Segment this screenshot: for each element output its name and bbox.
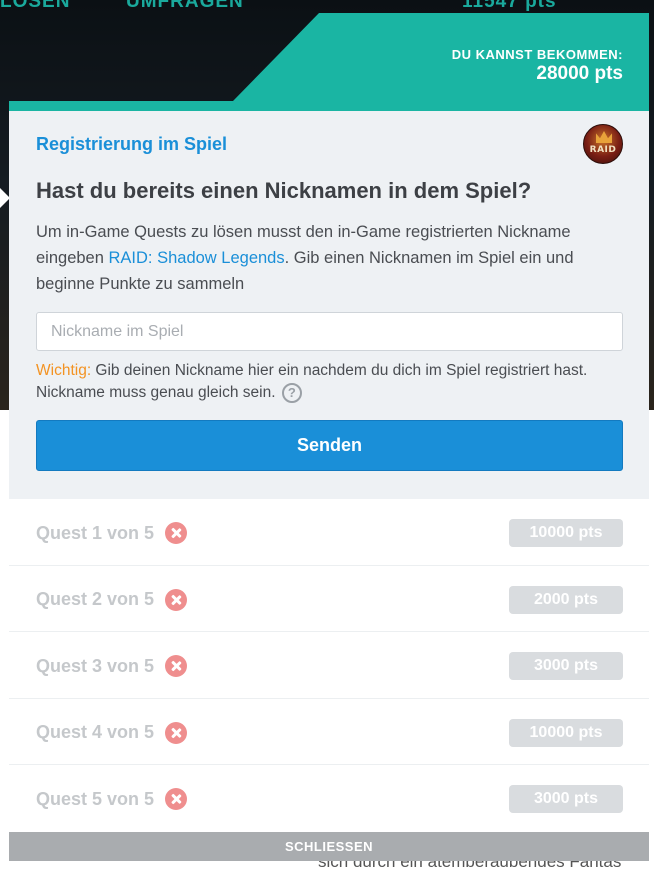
quest-row: Quest 4 von 5 10000 pts [9,699,649,766]
notice-label: Wichtig: [36,362,92,379]
quest-row: Quest 3 von 5 3000 pts [9,632,649,699]
quest-row: Quest 5 von 5 3000 pts [9,765,649,832]
incomplete-x-icon [165,522,188,544]
quest-label: Quest 2 von 5 [36,588,188,611]
quest-title: Quest 5 von 5 [36,788,155,809]
send-button[interactable]: Senden [36,420,623,471]
quest-title: Quest 2 von 5 [36,589,155,610]
incomplete-x-icon [165,721,188,744]
quest-title: Quest 4 von 5 [36,722,155,743]
modal-description: Um in-Game Quests zu lösen musst den in-… [36,219,626,297]
important-notice: Wichtig: Gib deinen Nickname hier ein na… [36,360,626,404]
quest-label: Quest 5 von 5 [36,788,188,811]
bg-nav-item-umfragen[interactable]: UMFRAGEN [126,0,244,13]
registration-modal: DU KANNST BEKOMMEN: 28000 pts Registrier… [9,13,649,861]
nickname-input[interactable] [36,312,623,351]
quest-points-badge: 10000 pts [509,718,623,747]
quest-points-badge: 10000 pts [509,519,623,547]
bg-nav-item-loesen[interactable]: LÖSEN [0,0,70,13]
quest-title: Quest 1 von 5 [36,522,155,543]
modal-heading: Hast du bereits einen Nicknamen in dem S… [36,178,532,203]
modal-header: DU KANNST BEKOMMEN: 28000 pts [9,13,649,111]
incomplete-x-icon [165,788,188,811]
modal-body: Registrierung im Spiel RAID Hast du bere… [9,111,649,499]
quest-points-badge: 3000 pts [509,652,623,681]
help-icon[interactable]: ? [281,382,302,403]
game-logo-text: RAID [589,145,617,155]
quest-title: Quest 3 von 5 [36,655,155,676]
incomplete-x-icon [165,588,188,611]
background-nav: LÖSEN UMFRAGEN 11547 pts [0,0,654,14]
quest-list: Quest 1 von 5 10000 pts Quest 2 von 5 20… [9,499,649,832]
logo-crown-icon [596,131,612,143]
quest-label: Quest 3 von 5 [36,655,188,678]
modal-subtitle: Registrierung im Spiel [36,134,228,154]
bonus-value: 28000 pts [536,63,623,84]
bg-nav-points: 11547 pts [462,0,557,12]
bonus-label: DU KANNST BEKOMMEN: [451,47,623,62]
quest-points-badge: 3000 pts [509,785,623,814]
quest-row: Quest 1 von 5 10000 pts [9,499,649,566]
game-logo-icon: RAID [583,124,623,164]
game-link[interactable]: RAID: Shadow Legends [109,249,285,267]
quest-label: Quest 1 von 5 [36,522,188,544]
close-button[interactable]: SCHLIESSEN [9,832,649,861]
quest-points-badge: 2000 pts [509,585,623,614]
quest-row: Quest 2 von 5 2000 pts [9,566,649,633]
quest-label: Quest 4 von 5 [36,721,188,744]
notice-text: Gib deinen Nickname hier ein nachdem du … [36,362,588,401]
incomplete-x-icon [165,655,188,678]
